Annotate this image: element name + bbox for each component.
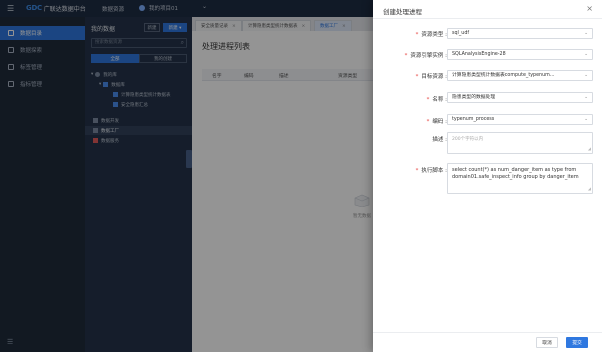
field-label: * 资源类型 :: [415, 32, 447, 38]
description-textarea[interactable]: 200个字符以内 ◢: [447, 132, 593, 154]
chevron-down-icon: ⌄: [584, 117, 588, 122]
script-value: select count(*) as num_danger_item as ty…: [452, 167, 579, 180]
resource-type-select[interactable]: sql_udf ⌄: [447, 28, 593, 39]
field-label: * 目标资源 :: [415, 74, 447, 80]
field-label: 描述 :: [432, 137, 447, 143]
field-label: * 编码 :: [426, 119, 447, 125]
script-textarea[interactable]: select count(*) as num_danger_item as ty…: [447, 163, 593, 194]
chevron-down-icon: ⌄: [584, 73, 588, 78]
resize-handle-icon[interactable]: ◢: [588, 185, 591, 192]
cancel-button[interactable]: 取消: [536, 337, 558, 348]
create-process-drawer: 创建处理进程 × * 资源类型 : sql_udf ⌄ * 资源引擎实例 : SQL…: [373, 0, 602, 352]
input-value: typenum_process: [452, 117, 495, 122]
drawer-title: 创建处理进程: [383, 8, 422, 16]
select-value: SQLAnalysisEngine-28: [452, 52, 506, 57]
close-icon[interactable]: ×: [586, 4, 593, 13]
resize-handle-icon[interactable]: ◢: [588, 145, 591, 152]
chevron-down-icon: ⌄: [584, 52, 588, 57]
name-input[interactable]: 隐患类型的数据处理 ⌄: [447, 92, 593, 103]
divider: [373, 332, 602, 333]
field-label: * 名称 :: [426, 97, 447, 103]
field-label: * 资源引擎实例 :: [404, 53, 447, 59]
target-resource-select[interactable]: 计算隐患类型统计数据表compute_typenum... ⌄: [447, 70, 593, 81]
divider: [373, 18, 602, 19]
panel-splitter-handle[interactable]: [186, 150, 192, 168]
code-input[interactable]: typenum_process ⌄: [447, 114, 593, 125]
select-value: sql_udf: [452, 31, 470, 36]
chevron-down-icon: ⌄: [584, 95, 588, 100]
input-value: 隐患类型的数据处理: [452, 95, 496, 100]
chevron-down-icon: ⌄: [584, 31, 588, 36]
field-label: * 执行脚本 :: [415, 168, 447, 174]
select-value: 计算隐患类型统计数据表compute_typenum...: [452, 73, 555, 78]
resource-engine-select[interactable]: SQLAnalysisEngine-28 ⌄: [447, 49, 593, 60]
textarea-placeholder: 200个字符以内: [452, 137, 484, 142]
submit-button[interactable]: 提交: [566, 337, 588, 348]
modal-mask[interactable]: [0, 0, 373, 352]
